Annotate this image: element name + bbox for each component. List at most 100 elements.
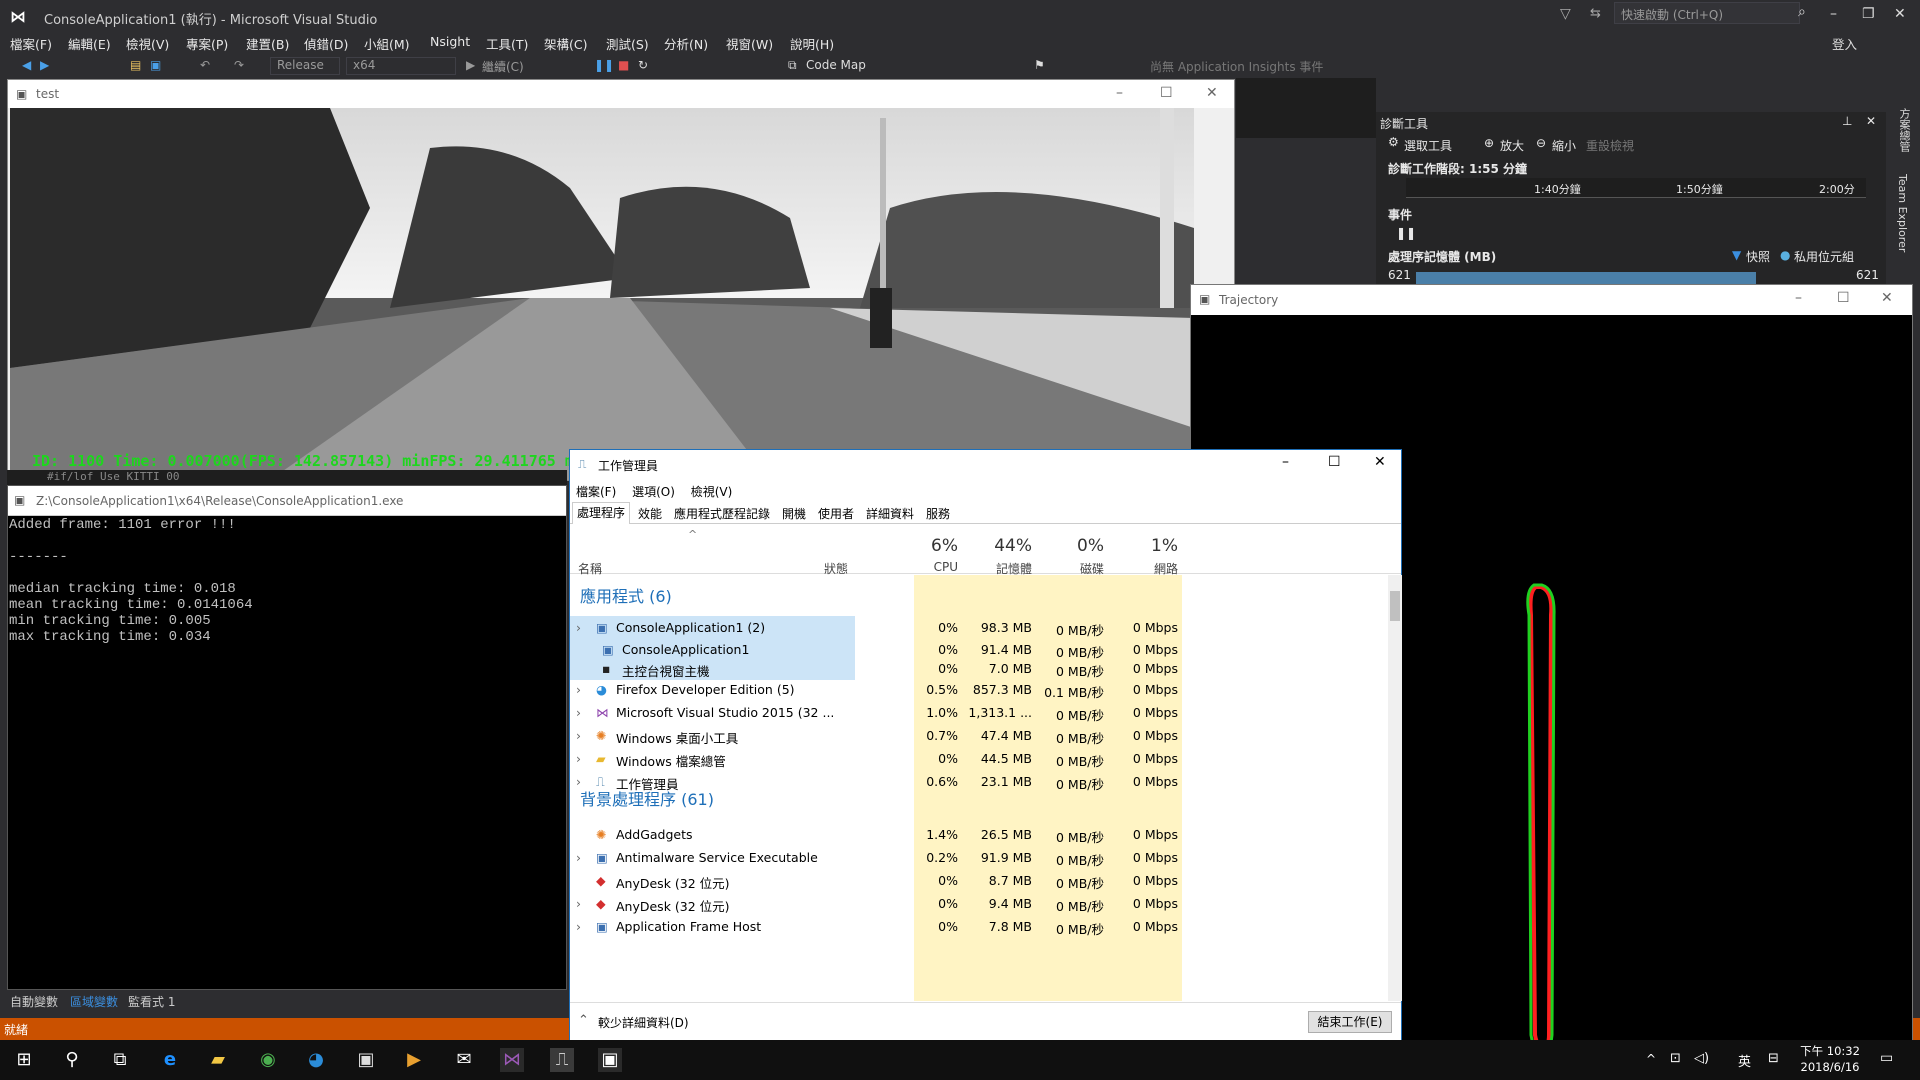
chevron-right-icon[interactable]: ›: [576, 896, 581, 911]
events-section[interactable]: 事件: [1388, 206, 1412, 223]
edge-icon[interactable]: e: [158, 1048, 182, 1072]
fewer-details-link[interactable]: 較少詳細資料(D): [598, 1014, 689, 1031]
zoom-in-icon[interactable]: ⊕: [1484, 136, 1494, 150]
tab-startup[interactable]: 開機: [782, 505, 806, 522]
apps-row[interactable]: › ▰ Windows 檔案總管 0% 44.5 MB 0 MB/秒 0 Mbps: [570, 747, 1385, 770]
chevron-right-icon[interactable]: ›: [576, 705, 581, 720]
zoom-out-icon[interactable]: ⊖: [1536, 136, 1546, 150]
close-button[interactable]: ✕: [1206, 85, 1218, 101]
windows-start-icon[interactable]: ⊞: [12, 1048, 36, 1072]
menu-tools[interactable]: 工具(T): [486, 34, 528, 53]
chrome-icon[interactable]: ◉: [256, 1048, 280, 1072]
disk-total[interactable]: 0%: [1038, 536, 1104, 556]
feedback-icon[interactable]: ⇆: [1590, 6, 1601, 21]
chevron-up-icon[interactable]: ^: [1646, 1052, 1656, 1066]
platform-select[interactable]: x64: [346, 57, 456, 75]
tab-watch-1[interactable]: 監看式 1: [128, 993, 175, 1010]
menu-analyze[interactable]: 分析(N): [664, 34, 708, 53]
tab-app-history[interactable]: 應用程式歷程記錄: [674, 505, 770, 522]
bg-row[interactable]: › ▣ Antimalware Service Executable 0.2% 91.9…: [570, 846, 1385, 869]
codemap-icon[interactable]: ⧉: [788, 58, 797, 73]
col-cpu[interactable]: CPU: [892, 560, 958, 574]
chevron-right-icon[interactable]: ›: [576, 850, 581, 865]
filter-icon[interactable]: ▽: [1560, 6, 1571, 22]
media-player-icon[interactable]: ▶: [402, 1048, 426, 1072]
menu-team[interactable]: 小組(M): [364, 34, 410, 53]
save-icon[interactable]: ▣: [150, 58, 161, 72]
insights-button[interactable]: 尚無 Application Insights 事件: [1150, 58, 1323, 75]
mail-icon[interactable]: ✉: [452, 1048, 476, 1072]
tab-details[interactable]: 詳細資料: [866, 505, 914, 522]
menu-nsight[interactable]: Nsight: [430, 34, 470, 49]
network-icon[interactable]: ⊡: [1670, 1051, 1681, 1066]
minimize-button[interactable]: –: [1282, 454, 1289, 470]
end-task-button[interactable]: 結束工作(E): [1308, 1011, 1392, 1033]
mem-total[interactable]: 44%: [966, 536, 1032, 556]
file-explorer-icon[interactable]: ▰: [206, 1048, 230, 1072]
action-center-icon[interactable]: ▭: [1880, 1050, 1893, 1066]
timeline-ruler[interactable]: [1406, 178, 1866, 198]
bg-row[interactable]: ✺ AddGadgets 1.4% 26.5 MB 0 MB/秒 0 Mbps: [570, 823, 1385, 846]
tm-menu-view[interactable]: 檢視(V): [691, 485, 733, 499]
ime-indicator[interactable]: 英: [1738, 1051, 1751, 1070]
chevron-up-icon[interactable]: ⌃: [578, 1013, 589, 1028]
search-icon[interactable]: ⚲: [60, 1048, 84, 1072]
apps-row[interactable]: › ⋈ Microsoft Visual Studio 2015 (32 ... 1.…: [570, 701, 1385, 724]
minimize-button[interactable]: –: [1795, 290, 1802, 306]
firefox-icon[interactable]: ◕: [304, 1048, 328, 1072]
tab-processes[interactable]: 處理程序: [572, 502, 631, 524]
menu-file[interactable]: 檔案(F): [10, 34, 52, 53]
tm-menu-options[interactable]: 選項(O): [632, 485, 675, 499]
tab-services[interactable]: 服務: [926, 505, 950, 522]
clock-time[interactable]: 下午 10:32: [1800, 1043, 1860, 1059]
menu-window[interactable]: 視窗(W): [726, 34, 773, 53]
group-apps[interactable]: 應用程式 (6): [580, 583, 672, 607]
menu-edit[interactable]: 編輯(E): [68, 34, 111, 53]
apps-row[interactable]: › ⎍ 工作管理員 0.6% 23.1 MB 0 MB/秒 0 Mbps: [570, 770, 1385, 793]
net-total[interactable]: 1%: [1112, 536, 1178, 556]
chevron-right-icon[interactable]: ›: [576, 728, 581, 743]
apps-row[interactable]: ▪ 主控台視窗主機 0% 7.0 MB 0 MB/秒 0 Mbps: [570, 657, 1385, 680]
bookmark-icon[interactable]: ⚑: [1034, 58, 1045, 72]
login-link[interactable]: 登入: [1832, 34, 1857, 53]
undo-icon[interactable]: ↶: [200, 58, 210, 72]
tab-locals[interactable]: 區域變數: [70, 993, 118, 1010]
codemap-button[interactable]: Code Map: [806, 58, 866, 72]
tab-users[interactable]: 使用者: [818, 505, 854, 522]
chevron-right-icon[interactable]: ›: [576, 682, 581, 697]
minimize-button[interactable]: –: [1116, 85, 1123, 101]
back-icon[interactable]: ◀: [22, 58, 31, 72]
menu-help[interactable]: 說明(H): [790, 34, 834, 53]
close-button[interactable]: ✕: [1374, 454, 1386, 470]
memory-section[interactable]: 處理序記憶體 (MB): [1388, 248, 1496, 265]
scrollbar-thumb[interactable]: [1390, 591, 1400, 621]
menu-view[interactable]: 檢視(V): [126, 34, 169, 53]
quick-launch-input[interactable]: 快速啟動 (Ctrl+Q): [1614, 2, 1800, 24]
scrollbar[interactable]: [1388, 575, 1402, 1001]
close-button[interactable]: ✕: [1881, 290, 1893, 306]
apps-row[interactable]: › ◕ Firefox Developer Edition (5) 0.5% 857.3…: [570, 678, 1385, 701]
bg-row[interactable]: › ◆ AnyDesk (32 位元) 0% 9.4 MB 0 MB/秒 0 Mbps: [570, 892, 1385, 915]
clock-date[interactable]: 2018/6/16: [1800, 1060, 1860, 1074]
close-button[interactable]: ✕: [1894, 6, 1906, 22]
select-tool-icon[interactable]: ⚙: [1388, 135, 1399, 149]
config-select[interactable]: Release: [270, 57, 340, 75]
maximize-button[interactable]: ☐: [1837, 290, 1850, 306]
tab-autos[interactable]: 自動變數: [10, 993, 58, 1010]
minimize-button[interactable]: –: [1830, 6, 1837, 22]
zoom-out-button[interactable]: 縮小: [1552, 137, 1576, 154]
forward-icon[interactable]: ▶: [40, 58, 49, 72]
visual-studio-icon[interactable]: ⋈: [500, 1048, 524, 1072]
ime-mode-icon[interactable]: ⊟: [1768, 1051, 1779, 1066]
stop-icon[interactable]: ■: [618, 58, 629, 72]
chevron-right-icon[interactable]: ›: [576, 620, 581, 635]
restore-button[interactable]: ❐: [1862, 6, 1875, 22]
menu-debug[interactable]: 偵錯(D): [304, 34, 348, 53]
continue-button[interactable]: 繼續(C): [482, 58, 524, 75]
maximize-button[interactable]: ☐: [1160, 85, 1173, 101]
bg-row[interactable]: › ▣ Application Frame Host 0% 7.8 MB 0 MB/秒 0 …: [570, 915, 1385, 938]
maximize-button[interactable]: ☐: [1328, 454, 1341, 470]
zoom-in-button[interactable]: 放大: [1500, 137, 1524, 154]
menu-build[interactable]: 建置(B): [246, 34, 289, 53]
pause-icon[interactable]: ❚❚: [594, 58, 614, 72]
